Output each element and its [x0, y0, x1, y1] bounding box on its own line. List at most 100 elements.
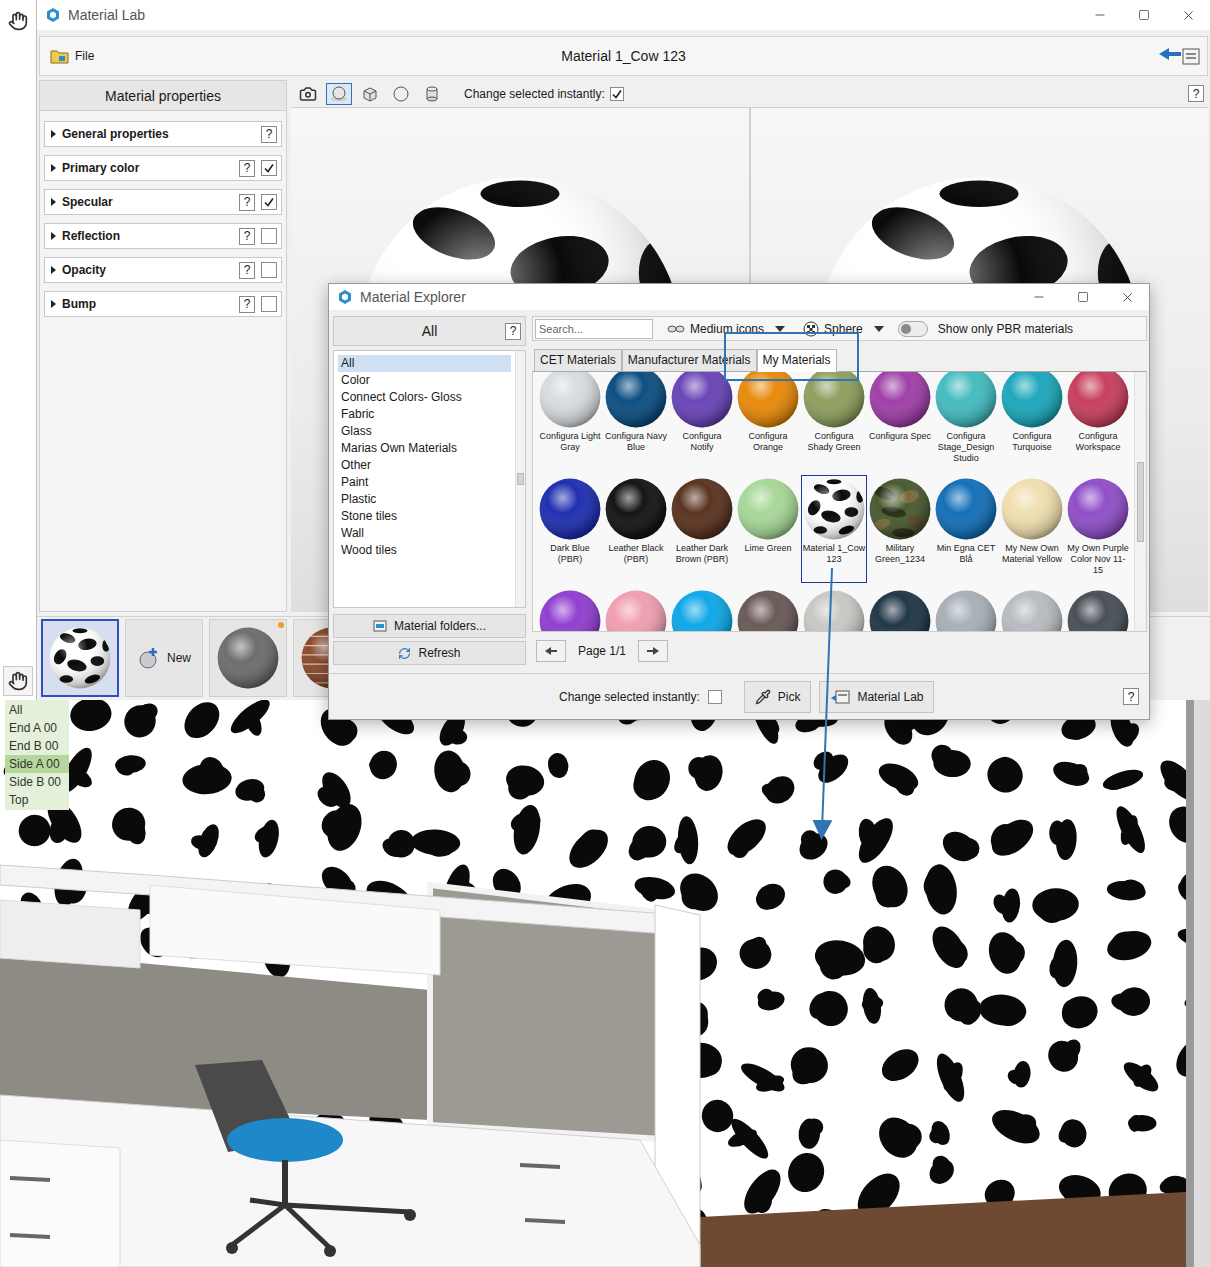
file-button[interactable]: File — [46, 46, 561, 66]
next-page-button[interactable] — [638, 640, 668, 662]
layer-item[interactable]: Top — [5, 791, 69, 809]
property-row[interactable]: Reflection? — [44, 223, 282, 249]
property-checkbox[interactable] — [261, 194, 277, 210]
shape-button[interactable] — [357, 83, 383, 105]
new-material-button[interactable]: New — [125, 619, 203, 697]
pick-button[interactable]: Pick — [744, 681, 812, 713]
tab[interactable]: Manufacturer Materials — [622, 349, 757, 371]
property-checkbox[interactable] — [261, 296, 277, 312]
category-item[interactable]: Connect Colors- Gloss — [338, 389, 511, 406]
material-thumbnail[interactable] — [41, 619, 119, 697]
material-swatch[interactable]: Configura Stage_Design Studio — [933, 372, 999, 471]
material-swatch[interactable] — [933, 587, 999, 631]
shape-button[interactable] — [419, 83, 445, 105]
help-button[interactable]: ? — [505, 323, 521, 340]
pan-button[interactable] — [3, 666, 33, 696]
material-swatch[interactable]: Configura Light Gray — [537, 372, 603, 471]
close-button[interactable] — [1166, 0, 1210, 30]
category-item[interactable]: Other — [338, 457, 511, 474]
property-checkbox[interactable] — [261, 160, 277, 176]
material-swatch[interactable] — [1065, 587, 1131, 631]
property-checkbox[interactable] — [261, 228, 277, 244]
help-button[interactable]: ? — [239, 228, 255, 245]
material-swatch[interactable]: Dark Blue (PBR) — [537, 475, 603, 583]
shape-button[interactable] — [388, 83, 414, 105]
material-swatch[interactable] — [801, 587, 867, 631]
preview-shape-dropdown[interactable]: Sphere — [799, 321, 888, 337]
category-item[interactable]: Wall — [338, 525, 511, 542]
help-button[interactable]: ? — [1188, 85, 1204, 102]
material-swatch[interactable] — [735, 587, 801, 631]
help-button[interactable]: ? — [1123, 688, 1139, 705]
tab[interactable]: CET Materials — [534, 349, 622, 371]
material-swatch[interactable] — [669, 587, 735, 631]
category-item[interactable]: Color — [338, 372, 511, 389]
pan-button[interactable] — [3, 6, 33, 36]
minimize-button[interactable] — [1078, 0, 1122, 30]
scrollbar-thumb[interactable] — [1137, 462, 1145, 542]
minimize-button[interactable] — [1017, 284, 1061, 310]
layer-item[interactable]: All — [5, 701, 69, 719]
property-row[interactable]: Primary color? — [44, 155, 282, 181]
maximize-button[interactable] — [1122, 0, 1166, 30]
layer-item[interactable]: End B 00 — [5, 737, 69, 755]
layer-item[interactable]: Side B 00 — [5, 773, 69, 791]
category-item[interactable]: All — [338, 355, 511, 372]
scrollbar-thumb[interactable] — [517, 473, 523, 485]
layer-item[interactable]: End A 00 — [5, 719, 69, 737]
shape-button[interactable] — [295, 83, 321, 105]
category-item[interactable]: Wood tiles — [338, 542, 511, 559]
material-swatch[interactable]: Configura Turquoise — [999, 372, 1065, 471]
category-item[interactable]: Paint — [338, 474, 511, 491]
material-lab-button[interactable]: Material Lab — [819, 681, 934, 713]
instant-checkbox[interactable] — [610, 87, 624, 101]
property-row[interactable]: General properties? — [44, 121, 282, 147]
scrollbar[interactable] — [1134, 372, 1146, 631]
category-item[interactable]: Glass — [338, 423, 511, 440]
category-item[interactable]: Fabric — [338, 406, 511, 423]
property-row[interactable]: Specular? — [44, 189, 282, 215]
property-row[interactable]: Bump? — [44, 291, 282, 317]
material-thumbnail[interactable] — [209, 619, 287, 697]
material-swatch[interactable] — [537, 587, 603, 631]
help-button[interactable]: ? — [239, 160, 255, 177]
back-to-explorer-button[interactable] — [1157, 44, 1201, 68]
material-swatch[interactable]: Leather Dark Brown (PBR) — [669, 475, 735, 583]
material-swatch[interactable]: Lime Green — [735, 475, 801, 583]
shape-button[interactable] — [326, 83, 352, 105]
tab[interactable]: My Materials — [757, 349, 837, 372]
material-swatch[interactable]: Configura Workspace — [1065, 372, 1131, 471]
icon-size-dropdown[interactable]: Medium icons — [663, 322, 789, 336]
category-item[interactable]: Stone tiles — [338, 508, 511, 525]
material-swatch[interactable]: Configura Notify — [669, 372, 735, 471]
refresh-button[interactable]: Refresh — [333, 641, 526, 665]
material-swatch[interactable] — [603, 587, 669, 631]
scrollbar[interactable] — [515, 351, 525, 607]
material-swatch[interactable]: My Own Purple Color Nov 11-15 — [1065, 475, 1131, 583]
material-swatch[interactable]: My New Own Material Yellow — [999, 475, 1065, 583]
help-button[interactable]: ? — [239, 194, 255, 211]
search-field[interactable] — [535, 319, 653, 339]
previous-page-button[interactable] — [536, 640, 566, 662]
help-button[interactable]: ? — [239, 262, 255, 279]
help-button[interactable]: ? — [261, 126, 277, 143]
instant-checkbox[interactable] — [708, 690, 722, 704]
material-swatch[interactable]: Min Egna CET Blå — [933, 475, 999, 583]
material-folders-button[interactable]: Material folders... — [333, 614, 526, 638]
3d-view[interactable]: AllEnd A 00End B 00Side A 00Side B 00Top — [0, 700, 1210, 1267]
material-swatch[interactable] — [867, 587, 933, 631]
category-item[interactable]: Marias Own Materials — [338, 440, 511, 457]
material-swatch[interactable]: Configura Orange — [735, 372, 801, 471]
material-swatch[interactable]: Configura Navy Blue — [603, 372, 669, 471]
material-swatch[interactable]: Configura Spec — [867, 372, 933, 471]
category-item[interactable]: Plastic — [338, 491, 511, 508]
property-row[interactable]: Opacity? — [44, 257, 282, 283]
material-swatch[interactable]: Military Green_1234 — [867, 475, 933, 583]
material-swatch[interactable]: Configura Shady Green — [801, 372, 867, 471]
maximize-button[interactable] — [1061, 284, 1105, 310]
help-button[interactable]: ? — [239, 296, 255, 313]
pbr-toggle[interactable] — [898, 321, 928, 337]
material-swatch[interactable] — [999, 587, 1065, 631]
close-button[interactable] — [1105, 284, 1149, 310]
layer-item[interactable]: Side A 00 — [5, 755, 69, 773]
